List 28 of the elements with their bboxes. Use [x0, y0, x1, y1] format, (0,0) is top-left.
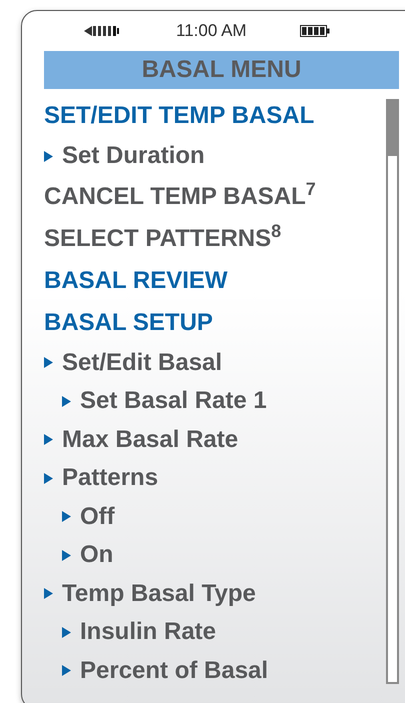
- battery-icon: [300, 25, 330, 37]
- menu-heading[interactable]: SET/EDIT TEMP BASAL: [44, 104, 314, 128]
- triangle-icon: [44, 472, 53, 484]
- triangle-icon: [44, 357, 53, 368]
- triangle-icon: [62, 396, 71, 407]
- scrollbar-thumb[interactable]: [388, 101, 397, 156]
- menu-item[interactable]: Max Basal Rate: [62, 428, 238, 452]
- triangle-icon: [62, 550, 71, 561]
- menu-item[interactable]: Percent of Basal: [80, 658, 268, 683]
- menu-item[interactable]: Set Basal Rate 1: [80, 389, 267, 414]
- menu-heading[interactable]: BASAL REVIEW: [44, 268, 228, 292]
- triangle-icon: [62, 511, 71, 522]
- menu-item[interactable]: Insulin Rate: [80, 620, 216, 644]
- signal-icon: [84, 25, 120, 37]
- triangle-icon: [62, 665, 71, 676]
- triangle-icon: [44, 434, 53, 446]
- menu-item[interactable]: On: [80, 543, 114, 568]
- header-title: BASAL MENU: [142, 58, 302, 82]
- menu-item[interactable]: Temp Basal Type: [62, 582, 256, 606]
- menu-heading[interactable]: BASAL SETUP: [44, 310, 213, 334]
- menu-item[interactable]: Set/Edit Basal: [62, 350, 222, 375]
- menu-item[interactable]: Patterns: [62, 466, 158, 490]
- triangle-icon: [44, 150, 53, 162]
- menu-item[interactable]: Set Duration: [62, 144, 205, 168]
- triangle-icon: [62, 626, 71, 638]
- status-time: 11:00 AM: [176, 20, 247, 42]
- menu-item[interactable]: Off: [80, 504, 115, 529]
- triangle-icon: [44, 588, 53, 600]
